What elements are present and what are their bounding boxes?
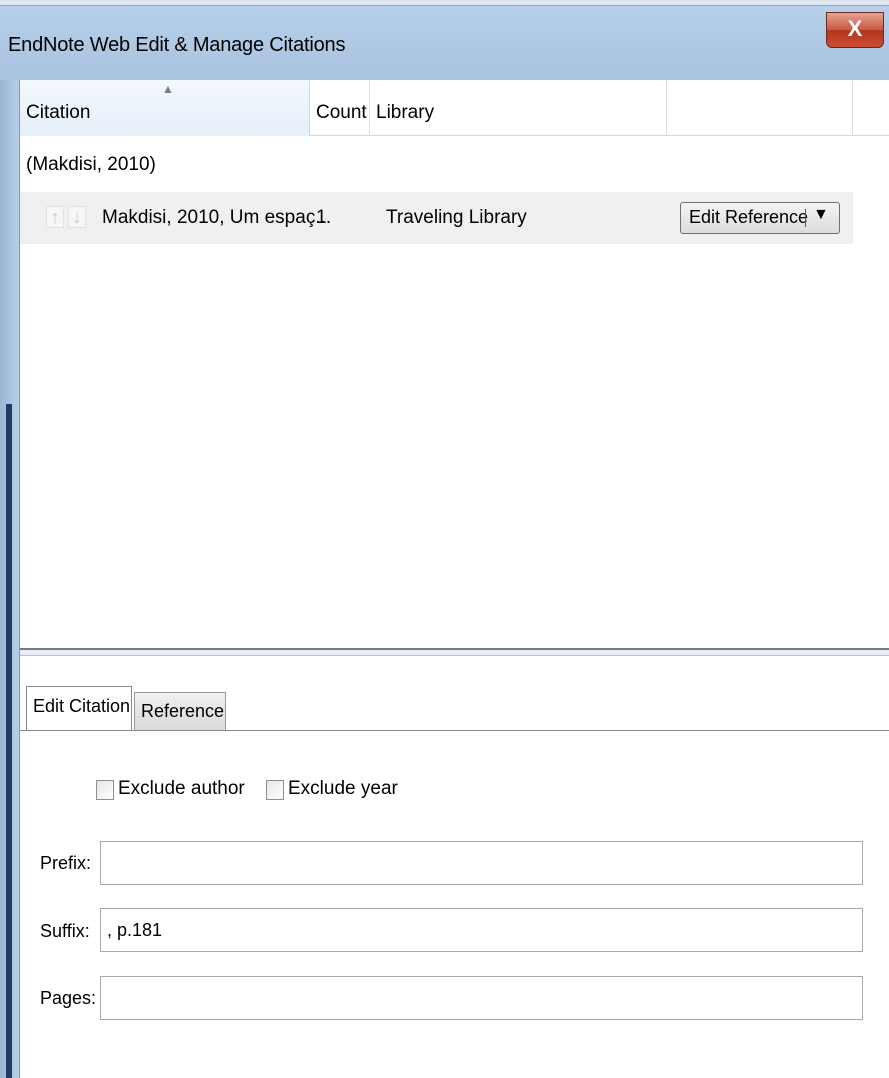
exclude-year-label[interactable]: Exclude year xyxy=(288,778,398,800)
tab-edit-citation[interactable]: Edit Citation xyxy=(26,686,132,730)
exclude-author-label[interactable]: Exclude author xyxy=(118,778,245,800)
row-library: Traveling Library xyxy=(386,207,527,228)
edit-panel: Edit Citation Reference Exclude author E… xyxy=(20,656,889,1078)
edit-reference-label: Edit Reference xyxy=(689,207,809,227)
column-header-citation[interactable]: ▲ Citation xyxy=(20,80,310,136)
citations-table-header: ▲ Citation Count Library xyxy=(20,80,889,136)
row-reference: Makdisi, 2010, Um espaç... xyxy=(102,207,332,228)
pane-splitter[interactable] xyxy=(20,648,889,656)
left-frame-shadow xyxy=(6,404,12,1078)
column-header-library-label: Library xyxy=(376,102,435,123)
column-header-count-label: Count xyxy=(316,102,367,123)
column-header-actions xyxy=(667,80,853,136)
citation-group-label[interactable]: (Makdisi, 2010) xyxy=(26,154,156,176)
table-row[interactable]: ↑ ↓ Makdisi, 2010, Um espaç... 1 Traveli… xyxy=(20,192,853,244)
column-header-count[interactable]: Count xyxy=(310,80,370,136)
close-button[interactable]: X xyxy=(826,12,884,48)
column-header-citation-label: Citation xyxy=(26,102,91,123)
pages-label: Pages: xyxy=(40,988,97,1008)
pages-field[interactable] xyxy=(100,976,863,1020)
window-title: EndNote Web Edit & Manage Citations xyxy=(8,34,346,56)
tab-reference[interactable]: Reference xyxy=(134,692,226,730)
title-bar[interactable]: EndNote Web Edit & Manage Citations X xyxy=(0,6,889,80)
suffix-field[interactable] xyxy=(100,908,863,952)
prefix-field[interactable] xyxy=(100,841,863,885)
exclude-year-checkbox[interactable]: Exclude year xyxy=(266,778,406,804)
dialog-window: EndNote Web Edit & Manage Citations X ▲ … xyxy=(0,0,889,1078)
exclude-year-box[interactable] xyxy=(266,780,284,800)
arrow-down-icon[interactable]: ↓ xyxy=(68,206,86,228)
suffix-label: Suffix: xyxy=(40,921,90,941)
edit-reference-button[interactable]: Edit Reference ▼ xyxy=(680,202,840,234)
exclude-author-box[interactable] xyxy=(96,780,114,800)
exclude-author-checkbox[interactable]: Exclude author xyxy=(96,778,256,804)
tab-divider xyxy=(20,730,889,731)
left-window-frame xyxy=(0,80,20,1078)
dialog-content: ▲ Citation Count Library (Makdisi, 2010)… xyxy=(20,80,889,1078)
sort-ascending-icon: ▲ xyxy=(162,82,174,96)
row-count: 1 xyxy=(316,207,327,228)
caret-down-icon[interactable]: ▼ xyxy=(813,206,829,224)
arrow-up-icon[interactable]: ↑ xyxy=(46,206,64,228)
close-icon: X xyxy=(847,16,863,41)
prefix-label: Prefix: xyxy=(40,853,92,873)
button-separator xyxy=(805,209,806,227)
column-header-library[interactable]: Library xyxy=(370,80,667,136)
